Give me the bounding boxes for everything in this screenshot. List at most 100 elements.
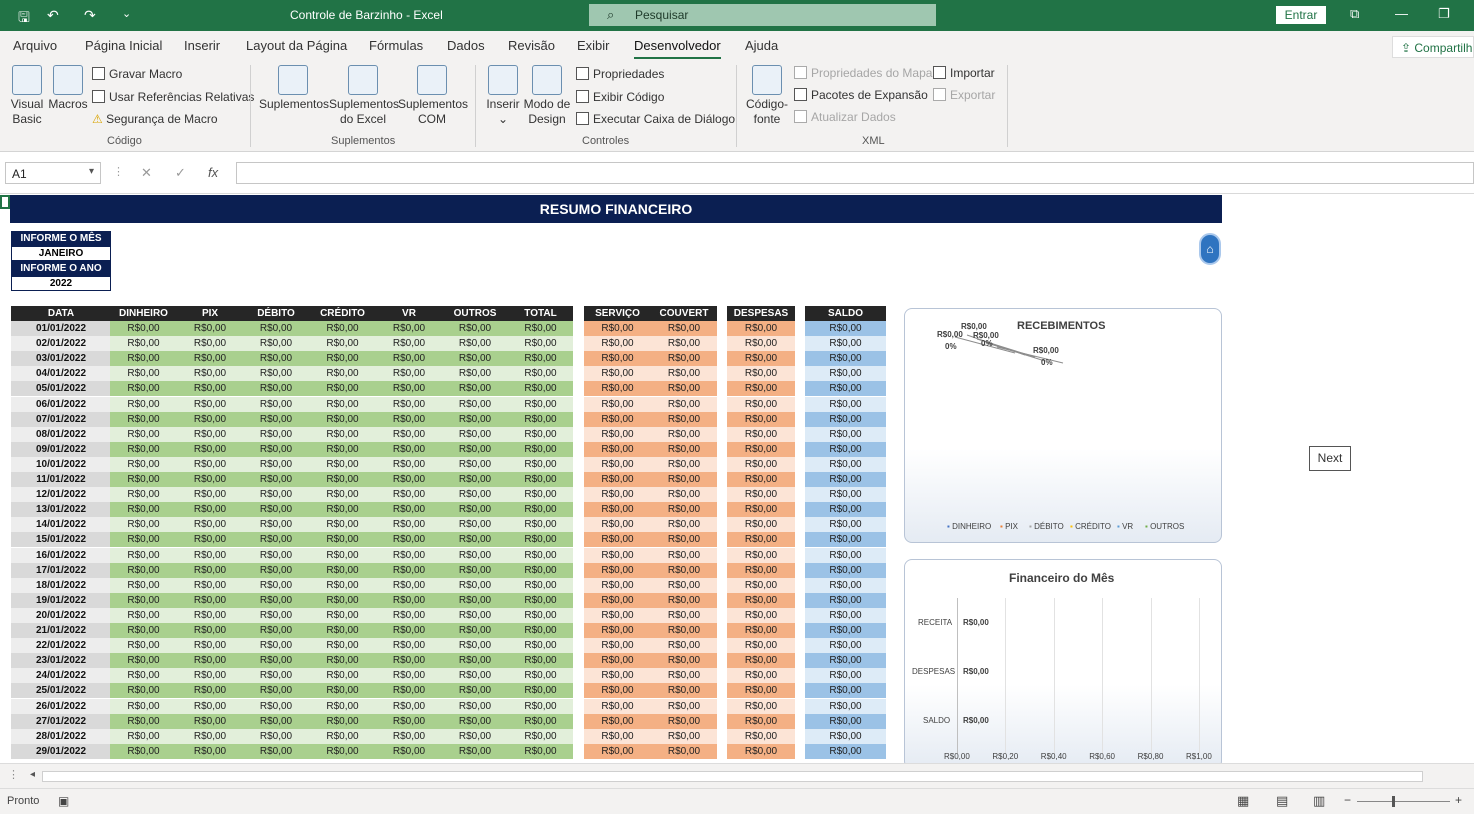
value-cell[interactable]: R$0,00 — [805, 623, 886, 638]
date-cell[interactable]: 10/01/2022 — [11, 456, 111, 472]
formula-input[interactable] — [236, 162, 1474, 184]
value-cell[interactable]: R$0,00 — [309, 426, 376, 442]
search-input[interactable]: ⌕ Pesquisar — [589, 4, 936, 26]
value-cell[interactable]: R$0,00 — [651, 638, 717, 654]
import-button[interactable]: Importar — [933, 66, 995, 80]
value-cell[interactable]: R$0,00 — [442, 683, 508, 699]
value-cell[interactable]: R$0,00 — [110, 562, 177, 578]
home-button[interactable]: ⌂ — [1199, 233, 1221, 265]
value-cell[interactable]: R$0,00 — [805, 698, 886, 714]
value-cell[interactable]: R$0,00 — [508, 351, 573, 367]
value-cell[interactable]: R$0,00 — [376, 426, 442, 442]
value-cell[interactable]: R$0,00 — [376, 472, 442, 487]
tab-arquivo[interactable]: Arquivo — [13, 38, 57, 53]
tab-layout[interactable]: Layout da Página — [246, 38, 347, 53]
value-cell[interactable]: R$0,00 — [727, 592, 795, 608]
value-cell[interactable]: R$0,00 — [442, 517, 508, 533]
value-cell[interactable]: R$0,00 — [442, 713, 508, 729]
value-cell[interactable]: R$0,00 — [651, 487, 717, 503]
map-properties-button[interactable]: Propriedades do Mapa — [794, 66, 932, 80]
date-cell[interactable]: 14/01/2022 — [11, 517, 111, 533]
value-cell[interactable]: R$0,00 — [508, 623, 573, 638]
value-cell[interactable]: R$0,00 — [442, 336, 508, 352]
value-cell[interactable]: R$0,00 — [309, 517, 376, 533]
value-cell[interactable]: R$0,00 — [727, 713, 795, 729]
horizontal-scrollbar[interactable] — [42, 771, 1423, 782]
value-cell[interactable]: R$0,00 — [177, 607, 243, 623]
value-cell[interactable]: R$0,00 — [651, 456, 717, 472]
value-cell[interactable]: R$0,00 — [243, 426, 309, 442]
value-cell[interactable]: R$0,00 — [177, 532, 243, 548]
value-cell[interactable]: R$0,00 — [177, 426, 243, 442]
value-cell[interactable]: R$0,00 — [110, 502, 177, 518]
value-cell[interactable]: R$0,00 — [376, 562, 442, 578]
tab-dados[interactable]: Dados — [447, 38, 485, 53]
value-cell[interactable]: R$0,00 — [309, 668, 376, 684]
value-cell[interactable]: R$0,00 — [584, 351, 651, 367]
value-cell[interactable]: R$0,00 — [177, 381, 243, 397]
value-cell[interactable]: R$0,00 — [805, 517, 886, 533]
value-cell[interactable]: R$0,00 — [508, 698, 573, 714]
value-cell[interactable]: R$0,00 — [243, 653, 309, 669]
value-cell[interactable]: R$0,00 — [110, 653, 177, 669]
value-cell[interactable]: R$0,00 — [243, 683, 309, 699]
value-cell[interactable]: R$0,00 — [309, 381, 376, 397]
value-cell[interactable]: R$0,00 — [177, 517, 243, 533]
value-cell[interactable]: R$0,00 — [243, 623, 309, 638]
value-cell[interactable]: R$0,00 — [177, 472, 243, 487]
tab-desenvolvedor[interactable]: Desenvolvedor — [634, 38, 721, 60]
value-cell[interactable]: R$0,00 — [442, 607, 508, 623]
value-cell[interactable]: R$0,00 — [243, 502, 309, 518]
date-cell[interactable]: 20/01/2022 — [11, 607, 111, 623]
value-cell[interactable]: R$0,00 — [309, 653, 376, 669]
value-cell[interactable]: R$0,00 — [508, 426, 573, 442]
year-input[interactable]: 2022 — [11, 276, 111, 291]
value-cell[interactable]: R$0,00 — [651, 743, 717, 759]
date-cell[interactable]: 11/01/2022 — [11, 472, 111, 487]
value-cell[interactable]: R$0,00 — [508, 683, 573, 699]
value-cell[interactable]: R$0,00 — [805, 668, 886, 684]
date-cell[interactable]: 15/01/2022 — [11, 532, 111, 548]
value-cell[interactable]: R$0,00 — [110, 698, 177, 714]
value-cell[interactable]: R$0,00 — [584, 743, 651, 759]
ribbon-display-icon[interactable]: ⧉ — [1350, 6, 1359, 22]
value-cell[interactable]: R$0,00 — [309, 411, 376, 427]
value-cell[interactable]: R$0,00 — [309, 728, 376, 744]
value-cell[interactable]: R$0,00 — [309, 441, 376, 457]
run-dialog-button[interactable]: Executar Caixa de Diálogo — [576, 112, 735, 126]
value-cell[interactable]: R$0,00 — [243, 456, 309, 472]
value-cell[interactable]: R$0,00 — [442, 321, 508, 336]
value-cell[interactable]: R$0,00 — [442, 547, 508, 563]
enter-icon[interactable]: ✓ — [175, 165, 186, 181]
value-cell[interactable]: R$0,00 — [110, 441, 177, 457]
date-cell[interactable]: 27/01/2022 — [11, 713, 111, 729]
value-cell[interactable]: R$0,00 — [442, 592, 508, 608]
scroll-left-icon[interactable]: ◂ — [30, 769, 35, 780]
value-cell[interactable]: R$0,00 — [727, 426, 795, 442]
value-cell[interactable]: R$0,00 — [376, 577, 442, 593]
value-cell[interactable]: R$0,00 — [376, 351, 442, 367]
value-cell[interactable]: R$0,00 — [376, 683, 442, 699]
export-button[interactable]: Exportar — [933, 88, 995, 102]
page-layout-icon[interactable]: ▤ — [1276, 793, 1288, 809]
value-cell[interactable]: R$0,00 — [651, 396, 717, 412]
value-cell[interactable]: R$0,00 — [177, 743, 243, 759]
value-cell[interactable]: R$0,00 — [508, 592, 573, 608]
value-cell[interactable]: R$0,00 — [376, 456, 442, 472]
month-input[interactable]: JANEIRO — [11, 246, 111, 261]
sign-in-button[interactable]: Entrar — [1276, 6, 1326, 24]
value-cell[interactable]: R$0,00 — [177, 668, 243, 684]
date-cell[interactable]: 05/01/2022 — [11, 381, 111, 397]
value-cell[interactable]: R$0,00 — [243, 321, 309, 336]
date-cell[interactable]: 25/01/2022 — [11, 683, 111, 699]
value-cell[interactable]: R$0,00 — [177, 592, 243, 608]
value-cell[interactable]: R$0,00 — [805, 381, 886, 397]
value-cell[interactable]: R$0,00 — [508, 366, 573, 382]
value-cell[interactable]: R$0,00 — [442, 638, 508, 654]
value-cell[interactable]: R$0,00 — [177, 562, 243, 578]
value-cell[interactable]: R$0,00 — [805, 456, 886, 472]
value-cell[interactable]: R$0,00 — [727, 743, 795, 759]
value-cell[interactable]: R$0,00 — [651, 562, 717, 578]
value-cell[interactable]: R$0,00 — [442, 487, 508, 503]
value-cell[interactable]: R$0,00 — [805, 653, 886, 669]
